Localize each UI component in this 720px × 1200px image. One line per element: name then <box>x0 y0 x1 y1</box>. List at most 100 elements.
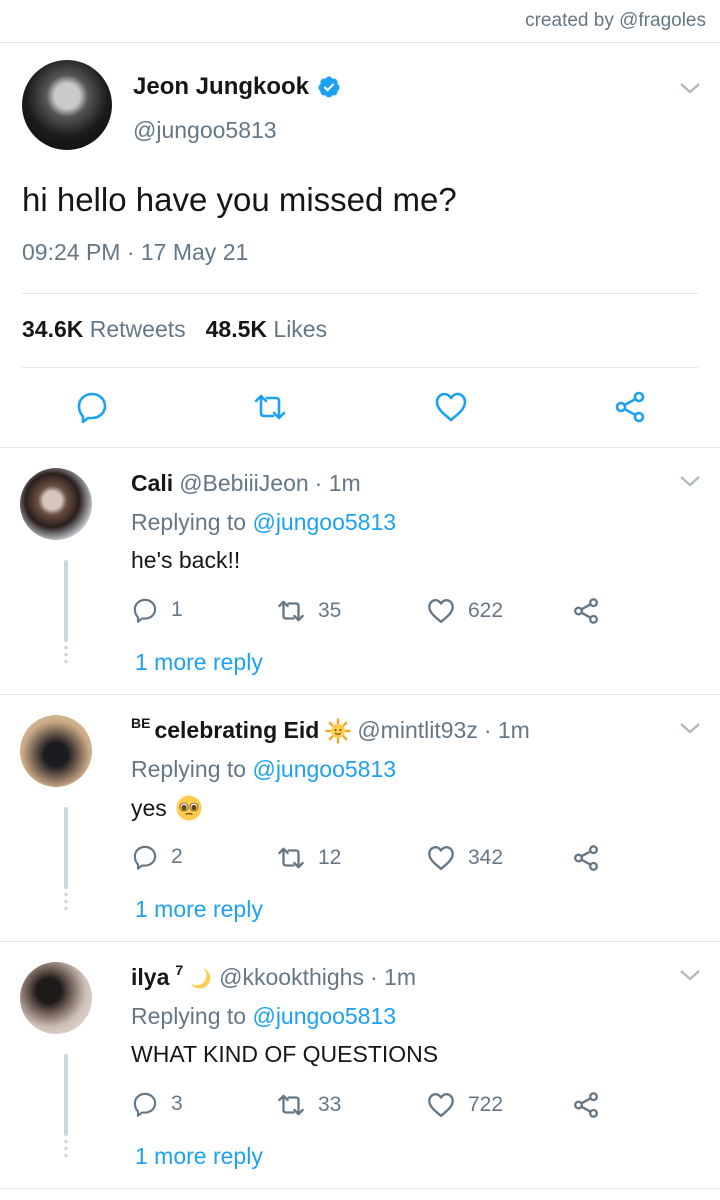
more-replies-link[interactable]: 1 more reply <box>135 1143 263 1170</box>
reply-text-content: WHAT KIND OF QUESTIONS <box>131 1041 439 1067</box>
author-row: Jeon Jungkook <box>133 73 341 101</box>
thread-dots <box>64 1138 68 1160</box>
sun-emoji-icon <box>325 717 352 744</box>
reply-author-name[interactable]: celebrating Eid <box>154 717 319 744</box>
more-replies-link[interactable]: 1 more reply <box>135 896 263 923</box>
reply-actions: 2 12 342 <box>131 843 611 871</box>
retweets-count: 34.6K <box>22 316 84 342</box>
like-count: 722 <box>468 1093 504 1116</box>
author-name[interactable]: Jeon Jungkook <box>133 73 309 101</box>
verified-icon <box>318 76 340 98</box>
reply-header: Cali @BebiiiJeon · 1m <box>131 470 361 497</box>
reply-author-name[interactable]: ilya <box>131 964 169 991</box>
reply-text: yes <box>131 794 203 822</box>
like-icon <box>428 1093 454 1117</box>
thread-line <box>64 560 68 642</box>
crescent-moon-emoji-icon <box>190 967 211 988</box>
replying-to-label: Replying to <box>131 756 247 782</box>
share-icon <box>574 598 598 624</box>
avatar[interactable] <box>22 60 112 150</box>
tweet-actions <box>0 389 720 425</box>
reply-action[interactable]: 2 <box>131 843 183 871</box>
reply-text-content: he's back!! <box>131 547 241 573</box>
replying-to: Replying to @jungoo5813 <box>131 756 396 783</box>
likes-label: Likes <box>273 316 328 342</box>
reply-count: 3 <box>171 1092 183 1115</box>
reply-time: · 1m <box>483 717 530 743</box>
share-action[interactable] <box>571 596 601 626</box>
reply-tweet: Cali @BebiiiJeon · 1m Replying to @jungo… <box>0 448 720 694</box>
retweet-count: 12 <box>318 846 342 869</box>
retweets-stat[interactable]: 34.6K Retweets <box>22 316 186 343</box>
reply-actions: 1 35 622 <box>131 596 611 624</box>
reply-text: WHAT KIND OF QUESTIONS <box>131 1041 438 1068</box>
chevron-down-icon[interactable] <box>679 81 701 95</box>
more-replies-link[interactable]: 1 more reply <box>135 649 263 676</box>
like-icon[interactable] <box>433 389 469 425</box>
retweet-icon <box>278 847 304 869</box>
reply-author-handle[interactable]: @mintlit93z <box>357 717 478 744</box>
chevron-down-icon[interactable] <box>679 968 701 982</box>
reply-author-handle[interactable]: @BebiiiJeon <box>179 470 308 497</box>
replying-to: Replying to @jungoo5813 <box>131 509 396 536</box>
reply-author-name[interactable]: Cali <box>131 470 173 497</box>
name-badge: BE <box>131 714 151 731</box>
avatar[interactable] <box>20 962 92 1034</box>
retweet-count: 33 <box>318 1093 342 1116</box>
thread-dots <box>64 644 68 666</box>
like-count: 342 <box>468 846 504 869</box>
share-icon[interactable] <box>612 389 648 425</box>
reply-action[interactable]: 1 <box>131 596 183 624</box>
like-icon <box>428 846 454 870</box>
reply-tweet: ilya 7 @kkookthighs · 1m Replying to @ju… <box>0 942 720 1188</box>
reply-author-handle[interactable]: @kkookthighs <box>219 964 364 991</box>
mention-link[interactable]: @jungoo5813 <box>252 509 396 535</box>
thread-dots <box>64 891 68 913</box>
reply-text-content: yes <box>131 794 167 821</box>
reply-header: BE celebrating Eid @mintlit93z · 1m <box>131 714 530 744</box>
reply-count: 2 <box>171 845 183 868</box>
share-action[interactable] <box>571 843 601 873</box>
replying-to-label: Replying to <box>131 1003 247 1029</box>
mention-link[interactable]: @jungoo5813 <box>252 1003 396 1029</box>
creator-credit: created by @fragoles <box>525 10 706 31</box>
reply-tweet: BE celebrating Eid @mintlit93z · 1m Repl… <box>0 695 720 941</box>
share-action[interactable] <box>571 1090 601 1120</box>
chevron-down-icon[interactable] <box>679 721 701 735</box>
retweet-action[interactable]: 35 <box>276 596 341 626</box>
chevron-down-icon[interactable] <box>679 474 701 488</box>
share-icon <box>574 845 598 871</box>
like-action[interactable]: 622 <box>426 596 503 626</box>
reply-count: 1 <box>171 598 183 621</box>
divider <box>22 293 698 294</box>
mention-link[interactable]: @jungoo5813 <box>252 756 396 782</box>
divider <box>0 1188 720 1189</box>
thread-line <box>64 807 68 889</box>
name-badge: 7 <box>175 961 184 978</box>
author-handle[interactable]: @jungoo5813 <box>133 117 277 144</box>
reply-action[interactable]: 3 <box>131 1090 183 1118</box>
like-action[interactable]: 722 <box>426 1090 503 1120</box>
avatar[interactable] <box>20 468 92 540</box>
tweet-text: hi hello have you missed me? <box>22 181 457 218</box>
likes-stat[interactable]: 48.5K Likes <box>206 316 327 343</box>
retweet-icon <box>278 600 304 622</box>
tweet-timestamp: 09:24 PM · 17 May 21 <box>22 239 249 265</box>
avatar[interactable] <box>20 715 92 787</box>
reply-text: he's back!! <box>131 547 240 574</box>
reply-icon <box>133 1092 157 1117</box>
replying-to-label: Replying to <box>131 509 247 535</box>
likes-count: 48.5K <box>205 316 268 342</box>
like-icon <box>428 599 454 623</box>
reply-icon[interactable] <box>74 389 110 425</box>
retweets-label: Retweets <box>89 316 186 342</box>
tweet-stats: 34.6K Retweets 48.5K Likes <box>22 316 327 343</box>
like-action[interactable]: 342 <box>426 843 503 873</box>
retweet-action[interactable]: 33 <box>276 1090 341 1120</box>
retweet-icon[interactable] <box>252 389 288 425</box>
like-count: 622 <box>468 599 504 622</box>
reply-icon <box>133 598 157 623</box>
main-tweet: Jeon Jungkook @jungoo5813 hi hello have … <box>0 43 720 449</box>
retweet-count: 35 <box>318 599 342 622</box>
retweet-action[interactable]: 12 <box>276 843 341 873</box>
